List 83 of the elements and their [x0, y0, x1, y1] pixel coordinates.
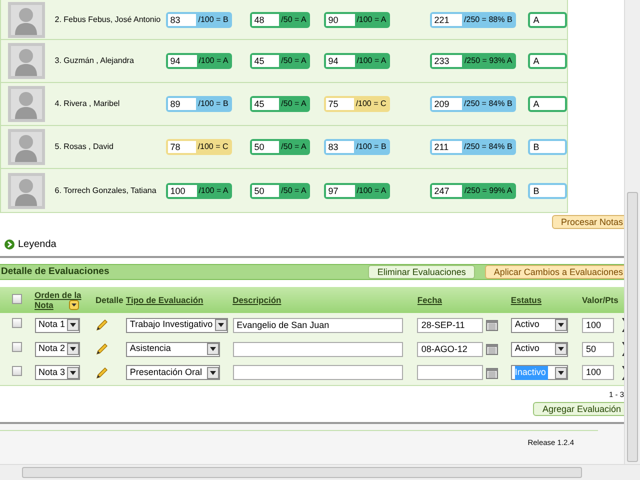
grade-field[interactable]: 83 /100 = B: [324, 139, 390, 155]
caret-icon: [554, 319, 567, 331]
final-grade-field[interactable]: A: [528, 12, 567, 28]
final-grade-field[interactable]: B: [528, 139, 567, 155]
caret-icon: [554, 366, 567, 379]
dropdown[interactable]: Nota 3: [34, 365, 80, 380]
row-checkbox[interactable]: [12, 318, 22, 328]
grade-field[interactable]: 97 /100 = A: [324, 182, 390, 198]
action-button[interactable]: Eliminar Evaluaciones: [368, 265, 475, 279]
text-field[interactable]: Evangelio de San Juan: [232, 318, 403, 332]
caret-icon: [206, 366, 219, 379]
dropdown[interactable]: Asistencia: [126, 342, 220, 356]
caret-icon: [67, 319, 80, 331]
grade-field[interactable]: 83 /100 = B: [166, 12, 232, 28]
value-field[interactable]: 100: [582, 365, 614, 380]
total-field[interactable]: 209 /250 = 84% B: [430, 96, 516, 112]
grade-field[interactable]: 100 /100 = A: [166, 182, 232, 198]
column-header[interactable]: Descripción: [232, 295, 282, 305]
text-field[interactable]: [232, 342, 403, 356]
student-name: 3. Guzmán , Alejandra: [54, 55, 135, 67]
total-field[interactable]: 221 /250 = 88% B: [430, 12, 516, 28]
section-title: Detalle de Evaluaciones: [0, 264, 110, 279]
add-evaluation-button[interactable]: Agregar Evaluación: [533, 402, 624, 416]
calendar-icon[interactable]: [486, 343, 498, 355]
horizontal-scrollbar[interactable]: [0, 464, 640, 480]
row-checkbox[interactable]: [12, 342, 22, 352]
caret-icon: [67, 366, 80, 379]
expand-icon[interactable]: [4, 239, 15, 250]
pencil-icon[interactable]: [95, 318, 108, 332]
date-field[interactable]: 08-AGO-12: [417, 342, 484, 356]
caret-icon: [206, 343, 219, 355]
final-grade-field[interactable]: A: [528, 53, 567, 69]
action-button[interactable]: Aplicar Cambios a Evaluaciones: [484, 265, 624, 279]
pencil-icon[interactable]: [95, 342, 108, 356]
date-field[interactable]: 28-SEP-11: [417, 318, 484, 332]
grade-field[interactable]: 45 /50 = A: [250, 96, 310, 112]
student-name: 5. Rosas , David: [54, 141, 114, 153]
value-field[interactable]: 100: [582, 318, 614, 332]
scrollbar-thumb[interactable]: [22, 467, 582, 478]
grade-field[interactable]: 50 /50 = A: [250, 182, 310, 198]
grade-field[interactable]: 78 /100 = C: [166, 139, 232, 155]
calendar-icon[interactable]: [486, 319, 498, 331]
dropdown[interactable]: Presentación Oral: [126, 365, 220, 380]
grade-field[interactable]: 48 /50 = A: [250, 12, 310, 28]
grade-field[interactable]: 50 /50 = A: [250, 139, 310, 155]
dropdown[interactable]: Activo: [510, 342, 568, 356]
dropdown[interactable]: Nota 1: [34, 318, 80, 332]
total-field[interactable]: 211 /250 = 84% B: [430, 139, 516, 155]
total-field[interactable]: 233 /250 = 93% A: [430, 53, 516, 69]
calendar-icon[interactable]: [486, 366, 498, 379]
row-checkbox[interactable]: [12, 366, 22, 376]
sort-dropdown-icon[interactable]: [68, 300, 79, 310]
dropdown[interactable]: Trabajo Investigativo: [126, 318, 228, 332]
grade-field[interactable]: 45 /50 = A: [250, 53, 310, 69]
select-all-checkbox[interactable]: [12, 294, 22, 304]
column-header[interactable]: Fecha: [417, 295, 442, 305]
text-field[interactable]: [232, 365, 403, 380]
total-field[interactable]: 247 /250 = 99% A: [430, 182, 516, 198]
date-field[interactable]: [417, 365, 484, 380]
student-name: 4. Rivera , Maribel: [54, 98, 121, 110]
dropdown[interactable]: Activo: [510, 318, 568, 332]
grade-field[interactable]: 94 /100 = A: [324, 53, 390, 69]
pencil-icon[interactable]: [95, 366, 108, 380]
final-grade-field[interactable]: B: [528, 182, 567, 198]
column-header: Detalle: [95, 295, 124, 305]
caret-icon: [214, 319, 227, 331]
value-field[interactable]: 50: [582, 342, 614, 356]
grade-field[interactable]: 89 /100 = B: [166, 96, 232, 112]
grade-field[interactable]: 94 /100 = A: [166, 53, 232, 69]
process-button[interactable]: Procesar Notas: [552, 215, 624, 229]
scrollbar-thumb[interactable]: [627, 192, 638, 462]
student-name: 6. Torrech Gonzales, Tatiana: [54, 184, 158, 196]
legend-link[interactable]: Leyenda: [18, 237, 56, 252]
student-name: 2. Febus Febus, José Antonio: [54, 14, 162, 26]
grade-field[interactable]: 75 /100 = C: [324, 96, 390, 112]
column-header[interactable]: Estatus: [510, 295, 542, 305]
caret-icon: [554, 343, 567, 355]
column-header: Valor/Pts: [582, 295, 618, 305]
caret-icon: [67, 343, 80, 355]
final-grade-field[interactable]: A: [528, 96, 567, 112]
dropdown[interactable]: Nota 2: [34, 342, 80, 356]
grade-field[interactable]: 90 /100 = A: [324, 12, 390, 28]
vertical-scrollbar[interactable]: [624, 0, 640, 464]
